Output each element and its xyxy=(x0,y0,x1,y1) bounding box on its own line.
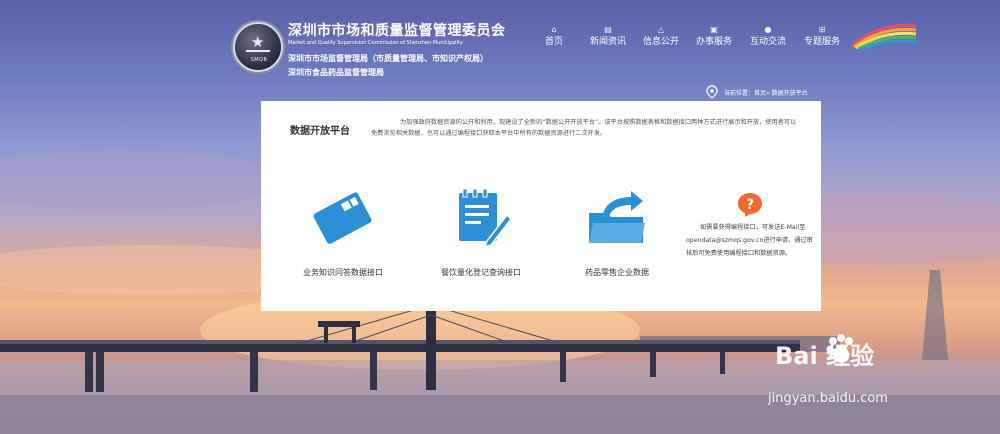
breadcrumb-prefix: 当前位置： xyxy=(724,89,755,97)
nav-label: 互动交流 xyxy=(749,37,786,47)
scale-icon xyxy=(246,50,270,52)
data-open-platform-panel: 数据开放平台 为加强政府数据资源的公开和利用，现建设了全新的“数据公开开放平台”… xyxy=(261,101,821,311)
folder-share-icon xyxy=(589,191,645,243)
breadcrumb: 当前位置： 首页» 数据开放平台 xyxy=(706,85,808,99)
org-title: 深圳市市场和质量监督管理委员会 xyxy=(288,23,506,39)
nav-item-topics[interactable]: ⊞ 专题服务 xyxy=(792,24,852,49)
org-subtitle-2: 深圳市食品药品监督管理局 xyxy=(288,68,384,77)
card-icon xyxy=(313,192,372,244)
feature-catering-query-api[interactable]: 餐饮量化登记查询接口 xyxy=(411,185,551,278)
news-icon: ▤ xyxy=(604,25,612,34)
feature-label: 餐饮量化登记查询接口 xyxy=(441,268,521,277)
breadcrumb-path[interactable]: 首页» 数据开放平台 xyxy=(754,88,808,97)
svg-text:?: ? xyxy=(746,197,754,213)
feature-qa-data-api[interactable]: 业务知识问答数据接口 xyxy=(283,189,403,278)
feature-label: 药品零售企业数据 xyxy=(585,268,649,277)
grid-icon: ⊞ xyxy=(818,25,826,34)
paw-icon xyxy=(826,334,853,363)
star-icon: ★ xyxy=(251,33,265,51)
org-english-name: Market and Quality Supervision Commissio… xyxy=(288,40,463,46)
org-subtitle-1: 深圳市市场监督管理局（市质量管理局、市知识产权局） xyxy=(288,54,488,63)
location-pin-icon xyxy=(706,85,718,99)
question-bubble-icon: ? xyxy=(738,193,762,217)
nav-label: 专题服务 xyxy=(803,37,840,47)
rainbow-brand-logo[interactable] xyxy=(850,20,918,50)
nav-item-info[interactable]: △ 信息公开 xyxy=(631,24,691,49)
feature-label: 业务知识问答数据接口 xyxy=(303,268,383,277)
nav-item-services[interactable]: ▣ 办事服务 xyxy=(684,24,744,49)
nav-item-news[interactable]: ▤ 新闻资讯 xyxy=(578,24,638,49)
emblem-label: SMQB xyxy=(250,57,268,63)
feature-pharmacy-data[interactable]: 药品零售企业数据 xyxy=(557,185,677,278)
nav-label: 办事服务 xyxy=(695,37,732,47)
nav-label: 新闻资讯 xyxy=(589,37,626,47)
contact-instructions: 如需要获得编程接口，可发送E-Mail至opendata@szmqs.gov.c… xyxy=(686,224,813,257)
document-edit-icon xyxy=(459,188,512,249)
nav-item-home[interactable]: ⌂ 首页 xyxy=(524,24,584,49)
chat-icon: ● xyxy=(764,25,772,34)
page-title: 数据开放平台 xyxy=(290,126,350,137)
info-icon: △ xyxy=(657,25,665,34)
nav-label: 信息公开 xyxy=(642,37,679,47)
nav-item-interaction[interactable]: ● 互动交流 xyxy=(738,24,798,49)
home-icon: ⌂ xyxy=(551,25,557,34)
nav-label: 首页 xyxy=(544,37,563,47)
commission-emblem-logo[interactable]: ★ SMQB xyxy=(233,22,283,72)
watermark-url: jingyan.baidu.com xyxy=(768,391,888,406)
briefcase-icon: ▣ xyxy=(710,25,718,34)
intro-text: 为加强政府数据资源的公开和利用，现建设了全新的“数据公开开放平台”。该平台按照数… xyxy=(371,119,797,137)
